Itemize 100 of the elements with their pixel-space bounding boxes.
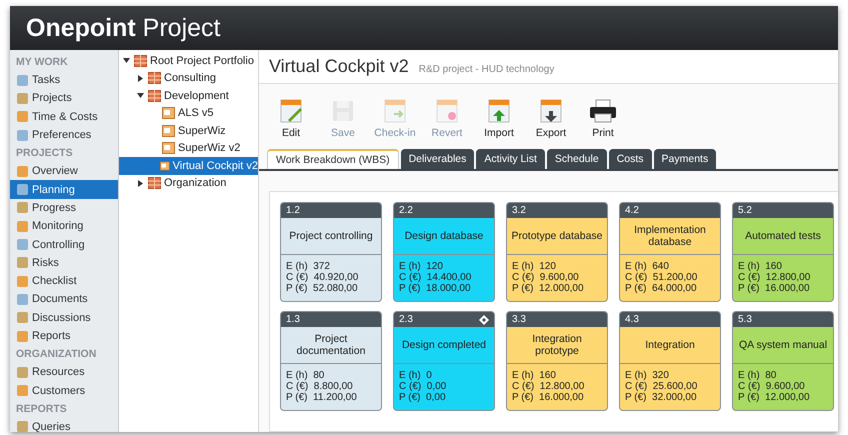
sidebar-item[interactable]: Customers bbox=[10, 381, 118, 400]
sidebar-item[interactable]: Discussions bbox=[10, 308, 118, 327]
module-icon bbox=[17, 257, 28, 268]
module-icon bbox=[17, 385, 28, 396]
portfolio-icon bbox=[134, 54, 147, 67]
sidebar-item[interactable]: Reports bbox=[10, 326, 118, 346]
proceeds-value: P (€) 64.000,00 bbox=[625, 283, 698, 294]
export-document-icon bbox=[538, 98, 564, 124]
sidebar-item[interactable]: Planning bbox=[10, 180, 118, 199]
project-icon bbox=[162, 124, 175, 137]
wbs-number: 5.3 bbox=[738, 314, 752, 325]
tree-item[interactable]: SuperWiz v2 bbox=[119, 140, 258, 157]
wbs-number: 1.3 bbox=[286, 314, 300, 325]
module-icon bbox=[17, 111, 28, 122]
effort-value: E (h) 160 bbox=[512, 370, 557, 381]
tree-item[interactable]: Development bbox=[119, 87, 258, 104]
sidebar-item[interactable]: Progress bbox=[10, 198, 118, 218]
expander-icon[interactable] bbox=[137, 92, 144, 100]
cost-value: C (€) 0,00 bbox=[399, 381, 448, 392]
wbs-card[interactable]: 4.3 Integration E (h) 320 C (€) 25.600,00 P (€) 32.000,00 bbox=[619, 311, 721, 411]
tab[interactable]: Deliverables bbox=[400, 149, 474, 169]
tab[interactable]: Schedule bbox=[546, 149, 607, 169]
cost-value: C (€) 14.400,00 bbox=[399, 272, 472, 283]
tab[interactable]: Work Breakdown (WBS) bbox=[267, 149, 399, 169]
proceeds-value: P (€) 12.000,00 bbox=[512, 283, 585, 294]
printer-icon bbox=[588, 98, 618, 124]
module-icon bbox=[17, 294, 28, 305]
edit-document-icon bbox=[278, 98, 304, 124]
milestone-icon bbox=[479, 314, 489, 324]
import-button[interactable]: Import bbox=[475, 98, 523, 139]
sidebar-item[interactable]: Resources bbox=[10, 363, 118, 382]
sidebar-item[interactable]: Controlling bbox=[10, 235, 118, 254]
portfolio-icon bbox=[148, 177, 161, 190]
tab[interactable]: Activity List bbox=[476, 149, 545, 169]
wbs-title: Design completed bbox=[394, 327, 494, 364]
print-button[interactable]: Print bbox=[579, 98, 627, 139]
wbs-title: QA system manual bbox=[733, 327, 833, 364]
wbs-card[interactable]: 2.2 Design database E (h) 120 C (€) 14.400,00 P (€) 18.000,00 bbox=[393, 202, 495, 302]
sidebar-item[interactable]: Projects bbox=[10, 89, 118, 108]
tree-item[interactable]: Organization bbox=[119, 174, 258, 192]
expander-icon[interactable] bbox=[137, 180, 144, 187]
expander-icon[interactable] bbox=[123, 57, 130, 64]
revert-document-icon bbox=[434, 98, 460, 124]
checkin-document-icon bbox=[382, 98, 408, 124]
cost-value: C (€) 9.600,00 bbox=[512, 272, 580, 283]
effort-value: E (h) 80 bbox=[738, 370, 778, 381]
proceeds-value: P (€) 16.000,00 bbox=[738, 283, 811, 294]
wbs-card[interactable]: 4.2 Implementation database E (h) 640 C (€) 51.200,00 P (€) 64.000,00 bbox=[619, 202, 721, 302]
tree-item[interactable]: Consulting bbox=[119, 70, 258, 87]
cost-value: C (€) 51.200,00 bbox=[625, 272, 698, 283]
sidebar-item[interactable]: Tasks bbox=[10, 71, 118, 90]
cost-value: C (€) 12.800,00 bbox=[738, 272, 812, 283]
project-subtitle: R&D project - HUD technology bbox=[418, 64, 554, 75]
tab[interactable]: Payments bbox=[654, 149, 716, 169]
wbs-number: 2.3 bbox=[399, 314, 413, 325]
module-icon bbox=[17, 166, 28, 177]
module-icon bbox=[17, 276, 28, 287]
proceeds-value: P (€) 16.000,00 bbox=[512, 392, 585, 403]
tree-item[interactable]: Virtual Cockpit v2 bbox=[119, 157, 258, 174]
wbs-number: 5.2 bbox=[738, 205, 752, 216]
effort-value: E (h) 80 bbox=[286, 370, 326, 381]
module-icon bbox=[17, 239, 28, 250]
sidebar-item[interactable]: Checklist bbox=[10, 272, 118, 290]
sidebar-item[interactable]: Documents bbox=[10, 290, 118, 309]
wbs-card[interactable]: 3.3 Integration prototype E (h) 160 C (€) 12.800,00 P (€) 16.000,00 bbox=[506, 311, 608, 411]
sidebar-item[interactable]: Time & Costs bbox=[10, 108, 118, 126]
tree-item[interactable]: SuperWiz bbox=[119, 122, 258, 140]
edit-button[interactable]: Edit bbox=[267, 98, 315, 139]
export-button[interactable]: Export bbox=[527, 98, 575, 139]
sidebar-section-label: REPORTS bbox=[15, 402, 68, 417]
project-icon bbox=[162, 107, 175, 120]
wbs-number: 4.2 bbox=[625, 205, 639, 216]
wbs-card[interactable]: 5.3 QA system manual E (h) 80 C (€) 9.600,00 P (€) 12.000,00 bbox=[732, 311, 834, 411]
effort-value: E (h) 640 bbox=[625, 261, 670, 272]
module-icon bbox=[17, 202, 28, 214]
proceeds-value: P (€) 32.000,00 bbox=[625, 392, 698, 403]
sidebar-item[interactable]: Risks bbox=[10, 254, 118, 272]
wbs-card[interactable]: 5.2 Automated tests E (h) 160 C (€) 12.800,00 P (€) 16.000,00 bbox=[732, 202, 834, 302]
expander-icon[interactable] bbox=[137, 74, 144, 82]
wbs-card[interactable]: 3.2 Prototype database E (h) 120 C (€) 9.600,00 P (€) 12.000,00 bbox=[506, 202, 608, 302]
tab[interactable]: Costs bbox=[608, 149, 652, 169]
proceeds-value: P (€) 0,00 bbox=[399, 392, 447, 403]
wbs-title: Automated tests bbox=[733, 218, 833, 255]
wbs-card[interactable]: 2.3 Design completed E (h) 0 C (€) 0,00 P (€) 0,00 bbox=[393, 311, 495, 411]
effort-value: E (h) 372 bbox=[286, 261, 331, 272]
wbs-number: 4.3 bbox=[625, 314, 639, 325]
module-icon bbox=[17, 312, 28, 324]
wbs-card[interactable]: 1.3 Project documentation E (h) 80 C (€) 8.800,00 P (€) 11.200,00 bbox=[280, 311, 382, 411]
sidebar-item[interactable]: Overview bbox=[10, 162, 118, 180]
tree-item[interactable]: Root Project Portfolio bbox=[119, 52, 258, 70]
proceeds-value: P (€) 12.000,00 bbox=[738, 392, 811, 403]
tree-item[interactable]: ALS v5 bbox=[119, 104, 258, 122]
project-icon bbox=[160, 160, 170, 172]
wbs-card[interactable]: 1.2 Project controlling E (h) 372 C (€) 40.920,00 P (€) 52.080,00 bbox=[280, 202, 382, 302]
sidebar-item[interactable]: Queries bbox=[10, 418, 118, 432]
sidebar-section-label: ORGANIZATION bbox=[15, 347, 98, 362]
proceeds-value: P (€) 11.200,00 bbox=[286, 392, 358, 403]
sidebar-item[interactable]: Monitoring bbox=[10, 217, 118, 236]
sidebar-item[interactable]: Preferences bbox=[10, 126, 118, 144]
wbs-title: Design database bbox=[394, 218, 494, 255]
